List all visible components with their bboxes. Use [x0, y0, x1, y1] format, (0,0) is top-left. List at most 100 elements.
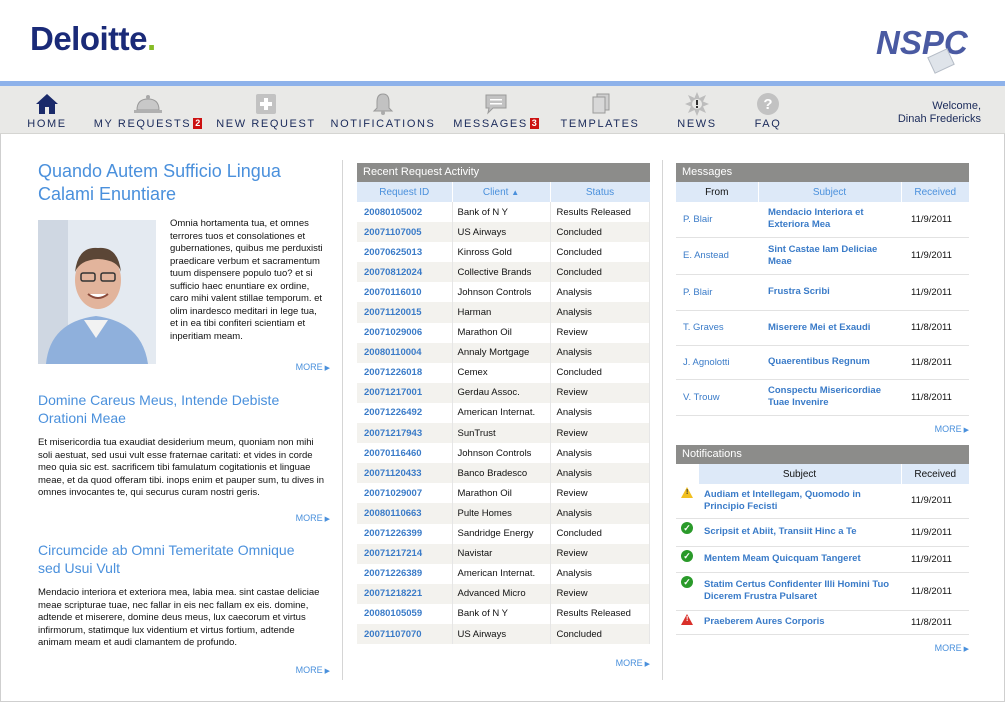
more-link[interactable]: MORE — [38, 665, 330, 675]
request-row[interactable]: 20071218221 Advanced Micro Review — [357, 583, 650, 604]
request-id-link[interactable]: 20071226492 — [364, 407, 422, 418]
message-row[interactable]: V. Trouw Conspectu Misericordiae Tuae Inv… — [676, 379, 969, 416]
request-row[interactable]: 20071029006 Marathon Oil Review — [357, 322, 650, 343]
nav-messages[interactable]: MESSAGES 3 — [448, 86, 544, 134]
nav-templates[interactable]: TEMPLATES — [558, 86, 642, 134]
column-header[interactable]: Status — [550, 182, 650, 202]
subject-cell[interactable]: Mentem Meam Quicquam Tangeret — [698, 546, 901, 573]
article-title[interactable]: Quando Autem Sufficio Lingua Calami Enun… — [38, 160, 298, 208]
request-id-link[interactable]: 20070625013 — [364, 247, 422, 258]
request-id-link[interactable]: 20071120015 — [364, 307, 422, 318]
request-id-link[interactable]: 20071107070 — [364, 629, 422, 640]
request-id-link[interactable]: 20071107005 — [364, 227, 422, 238]
request-row[interactable]: 20080110663 Pulte Homes Analysis — [357, 503, 650, 524]
request-id-link[interactable]: 20071226018 — [364, 367, 422, 378]
request-id-link[interactable]: 20080110004 — [364, 347, 422, 358]
request-id-link[interactable]: 20071226399 — [364, 528, 422, 539]
more-link[interactable]: MORE — [38, 513, 330, 523]
request-row[interactable]: 20071217001 Gerdau Assoc. Review — [357, 382, 650, 403]
request-row[interactable]: 20080105059 Bank of N Y Results Released — [357, 603, 650, 624]
request-row[interactable]: 20080110004 Annaly Mortgage Analysis — [357, 342, 650, 363]
request-row[interactable]: 20071226399 Sandridge Energy Concluded — [357, 523, 650, 544]
request-id-link[interactable]: 20080105059 — [364, 608, 422, 619]
request-id-link[interactable]: 20071226389 — [364, 568, 422, 579]
request-row[interactable]: 20071029007 Marathon Oil Review — [357, 483, 650, 504]
request-id-link[interactable]: 20071217214 — [364, 548, 422, 559]
more-link[interactable]: MORE — [676, 424, 969, 434]
sender-cell[interactable]: V. Trouw — [676, 379, 758, 416]
subject-cell[interactable]: Praeberem Aures Corporis — [698, 610, 901, 635]
request-row[interactable]: 20071217214 Navistar Review — [357, 543, 650, 564]
request-row[interactable]: 20070116460 Johnson Controls Analysis — [357, 443, 650, 464]
message-row[interactable]: P. Blair Frustra Scribi 11/9/2011 — [676, 274, 969, 311]
message-row[interactable]: T. Graves Miserere Mei et Exaudi 11/8/2011 — [676, 310, 969, 346]
subject-cell[interactable]: Conspectu Misericordiae Tuae Invenire — [758, 379, 901, 416]
subject-cell[interactable]: Statim Certus Confidenter Illi Homini Tu… — [698, 572, 901, 611]
request-row[interactable]: 20071120015 Harman Analysis — [357, 302, 650, 323]
sender-cell[interactable]: P. Blair — [676, 202, 758, 238]
nav-home[interactable]: HOME — [24, 86, 70, 134]
notification-row[interactable]: ! Audiam et Intellegam, Quomodo in Princi… — [676, 484, 969, 519]
column-header[interactable]: Subject — [698, 464, 902, 484]
request-id-link[interactable]: 20071029006 — [364, 327, 422, 338]
request-row[interactable]: 20070116010 Johnson Controls Analysis — [357, 282, 650, 303]
deloitte-logo[interactable]: Deloitte. — [30, 20, 156, 58]
request-id-link[interactable]: 20080105002 — [364, 207, 422, 218]
notification-row[interactable]: ✓ Mentem Meam Quicquam Tangeret 11/9/2011 — [676, 546, 969, 573]
nspc-logo[interactable]: NSPC — [876, 24, 968, 62]
article-title[interactable]: Circumcide ab Omni Temeritate Omnique se… — [38, 541, 318, 577]
subject-cell[interactable]: Quaerentibus Regnum — [758, 345, 901, 380]
notification-row[interactable]: ✓ Scripsit et Abiit, Transiit Hinc a Te 11… — [676, 518, 969, 547]
column-header[interactable]: Subject — [758, 182, 902, 202]
column-header[interactable]: Received — [901, 182, 969, 202]
sender-cell[interactable]: J. Agnolotti — [676, 345, 758, 380]
column-header-sorted[interactable]: Client ▲ — [452, 182, 551, 202]
sender-cell[interactable]: P. Blair — [676, 274, 758, 311]
subject-cell[interactable]: Miserere Mei et Exaudi — [758, 310, 901, 346]
more-link[interactable]: MORE — [357, 658, 650, 668]
message-row[interactable]: E. Anstead Sint Castae Iam Deliciae Meae 1… — [676, 237, 969, 275]
nav-faq[interactable]: ? FAQ — [748, 86, 788, 134]
request-id-link[interactable]: 20071218221 — [364, 588, 422, 599]
request-row[interactable]: 20071120433 Banco Bradesco Analysis — [357, 463, 650, 484]
nav-my-requests[interactable]: MY REQUESTS 2 — [90, 86, 206, 134]
message-row[interactable]: J. Agnolotti Quaerentibus Regnum 11/8/2011 — [676, 345, 969, 380]
subject-cell[interactable]: Frustra Scribi — [758, 274, 901, 311]
sender-cell[interactable]: E. Anstead — [676, 237, 758, 275]
request-id-link[interactable]: 20070116010 — [364, 287, 422, 298]
subject-cell[interactable]: Sint Castae Iam Deliciae Meae — [758, 237, 901, 275]
subject-cell[interactable]: Audiam et Intellegam, Quomodo in Princip… — [698, 484, 901, 519]
request-id-link[interactable]: 20071217943 — [364, 428, 422, 439]
request-row[interactable]: 20071107070 US Airways Concluded — [357, 623, 650, 645]
request-row[interactable]: 20080105002 Bank of N Y Results Released — [357, 202, 650, 223]
more-link[interactable]: MORE — [676, 643, 969, 653]
column-header[interactable]: Received — [901, 464, 969, 484]
request-row[interactable]: 20070812024 Collective Brands Concluded — [357, 262, 650, 283]
request-id-link[interactable]: 20080110663 — [364, 508, 422, 519]
notification-row[interactable]: ✓ Statim Certus Confidenter Illi Homini T… — [676, 572, 969, 611]
nav-notifications[interactable]: NOTIFICATIONS — [328, 86, 438, 134]
request-row[interactable]: 20071217943 SunTrust Review — [357, 423, 650, 444]
column-header[interactable]: Request ID — [357, 182, 453, 202]
request-id-link[interactable]: 20070116460 — [364, 448, 422, 459]
nav-new-request[interactable]: NEW REQUEST — [216, 86, 316, 134]
user-name[interactable]: Dinah Fredericks — [898, 113, 981, 126]
request-row[interactable]: 20071226389 American Internat. Analysis — [357, 563, 650, 584]
message-row[interactable]: P. Blair Mendacio Interiora et Exteriora … — [676, 202, 969, 238]
column-header[interactable]: From — [676, 182, 759, 202]
more-link[interactable]: MORE — [296, 362, 330, 372]
request-row[interactable]: 20071226492 American Internat. Analysis — [357, 402, 650, 424]
request-id-link[interactable]: 20071217001 — [364, 387, 422, 398]
request-row[interactable]: 20070625013 Kinross Gold Concluded — [357, 242, 650, 263]
sender-cell[interactable]: T. Graves — [676, 310, 758, 346]
request-id-link[interactable]: 20071120433 — [364, 468, 422, 479]
subject-cell[interactable]: Scripsit et Abiit, Transiit Hinc a Te — [698, 518, 901, 547]
nav-news[interactable]: NEWS — [674, 86, 720, 134]
subject-cell[interactable]: Mendacio Interiora et Exteriora Mea — [758, 202, 901, 238]
request-id-link[interactable]: 20070812024 — [364, 267, 422, 278]
request-id-link[interactable]: 20071029007 — [364, 488, 422, 499]
article-title[interactable]: Domine Careus Meus, Intende Debiste Orat… — [38, 391, 318, 427]
request-row[interactable]: 20071226018 Cemex Concluded — [357, 362, 650, 383]
request-row[interactable]: 20071107005 US Airways Concluded — [357, 222, 650, 243]
notification-row[interactable]: ! Praeberem Aures Corporis 11/8/2011 — [676, 610, 969, 635]
